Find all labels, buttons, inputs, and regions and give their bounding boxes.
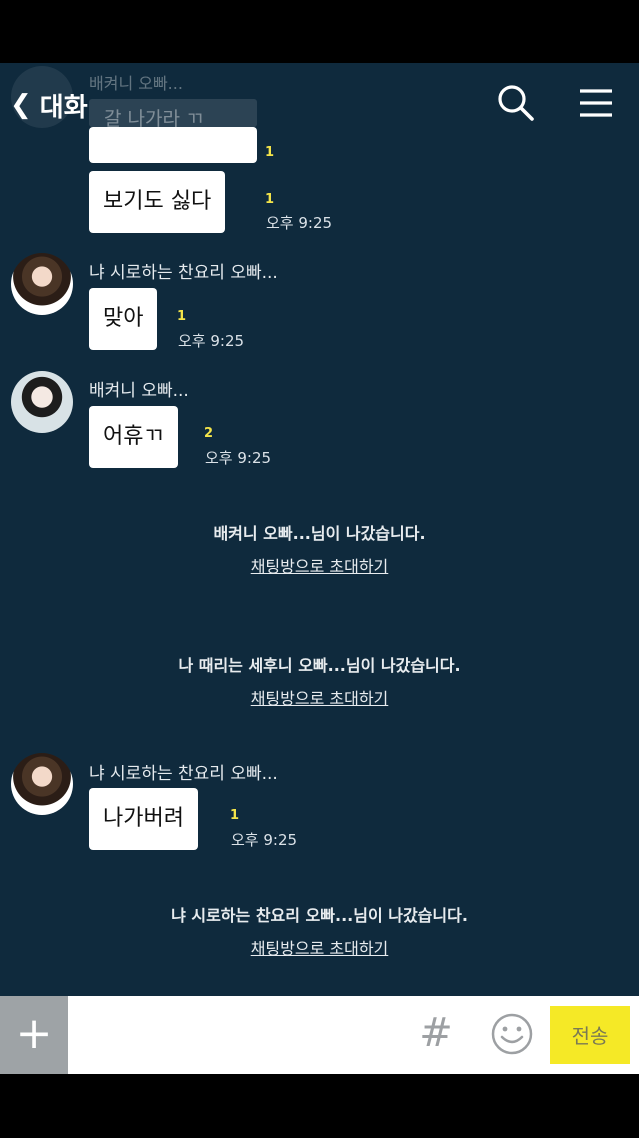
hamburger-menu-icon bbox=[580, 89, 612, 117]
message-bubble[interactable]: 나가버려 bbox=[89, 788, 198, 850]
invite-link-row: 채팅방으로 초대하기 bbox=[0, 935, 639, 959]
attach-plus-button[interactable]: + bbox=[0, 996, 68, 1074]
message-bubble[interactable]: 보기도 싫다 bbox=[89, 171, 226, 233]
message-input[interactable] bbox=[76, 1008, 410, 1064]
system-nav-bar bbox=[0, 1074, 639, 1138]
message-time: 오후 9:25 bbox=[205, 449, 272, 467]
invite-link[interactable]: 채팅방으로 초대하기 bbox=[251, 557, 389, 576]
message-time: 오후 9:25 bbox=[231, 831, 298, 849]
system-left-notice: 냐 시로하는 찬요리 오빠...님이 나갔습니다. bbox=[171, 906, 468, 925]
unread-count: 1 bbox=[265, 145, 275, 160]
unread-count: 2 bbox=[204, 426, 214, 441]
chat-header: ❮ 대화 bbox=[0, 63, 639, 143]
unread-count: 1 bbox=[230, 808, 240, 823]
back-label: 대화 bbox=[39, 92, 88, 123]
send-button[interactable]: 전송 bbox=[550, 1006, 630, 1064]
sender-name: 배켜니 오빠... bbox=[89, 381, 189, 401]
sender-name: 냐 시로하는 찬요리 오빠... bbox=[89, 263, 278, 283]
chevron-left-icon: ❮ bbox=[10, 90, 32, 120]
message-bubble[interactable]: 어휴ㄲ bbox=[89, 406, 178, 468]
message-time: 오후 9:25 bbox=[178, 332, 245, 350]
hashtag-button[interactable]: # bbox=[418, 1010, 454, 1056]
system-left-notice: 나 때리는 세후니 오빠...님이 나갔습니다. bbox=[178, 656, 461, 675]
status-bar bbox=[0, 0, 639, 63]
unread-count: 1 bbox=[177, 309, 187, 324]
message-time: 오후 9:25 bbox=[266, 214, 333, 232]
sender-name: 냐 시로하는 찬요리 오빠... bbox=[89, 764, 278, 784]
invite-link-row: 채팅방으로 초대하기 bbox=[0, 685, 639, 709]
system-left-notice: 배켜니 오빠...님이 나갔습니다. bbox=[213, 524, 426, 543]
emoji-button[interactable] bbox=[490, 1012, 534, 1056]
menu-button[interactable] bbox=[576, 83, 616, 123]
avatar[interactable] bbox=[11, 753, 73, 815]
search-button[interactable] bbox=[496, 83, 536, 123]
unread-count: 1 bbox=[265, 192, 275, 207]
invite-link-row: 채팅방으로 초대하기 bbox=[0, 553, 639, 577]
back-button[interactable]: ❮ 대화 bbox=[10, 85, 88, 125]
message-input-bar: + # 전송 bbox=[0, 996, 639, 1074]
avatar[interactable] bbox=[11, 253, 73, 315]
avatar[interactable] bbox=[11, 371, 73, 433]
search-icon bbox=[498, 85, 534, 121]
message-bubble[interactable]: 맞아 bbox=[89, 288, 158, 350]
invite-link[interactable]: 채팅방으로 초대하기 bbox=[251, 689, 389, 708]
invite-link[interactable]: 채팅방으로 초대하기 bbox=[251, 939, 389, 958]
smiley-icon bbox=[491, 1013, 533, 1055]
